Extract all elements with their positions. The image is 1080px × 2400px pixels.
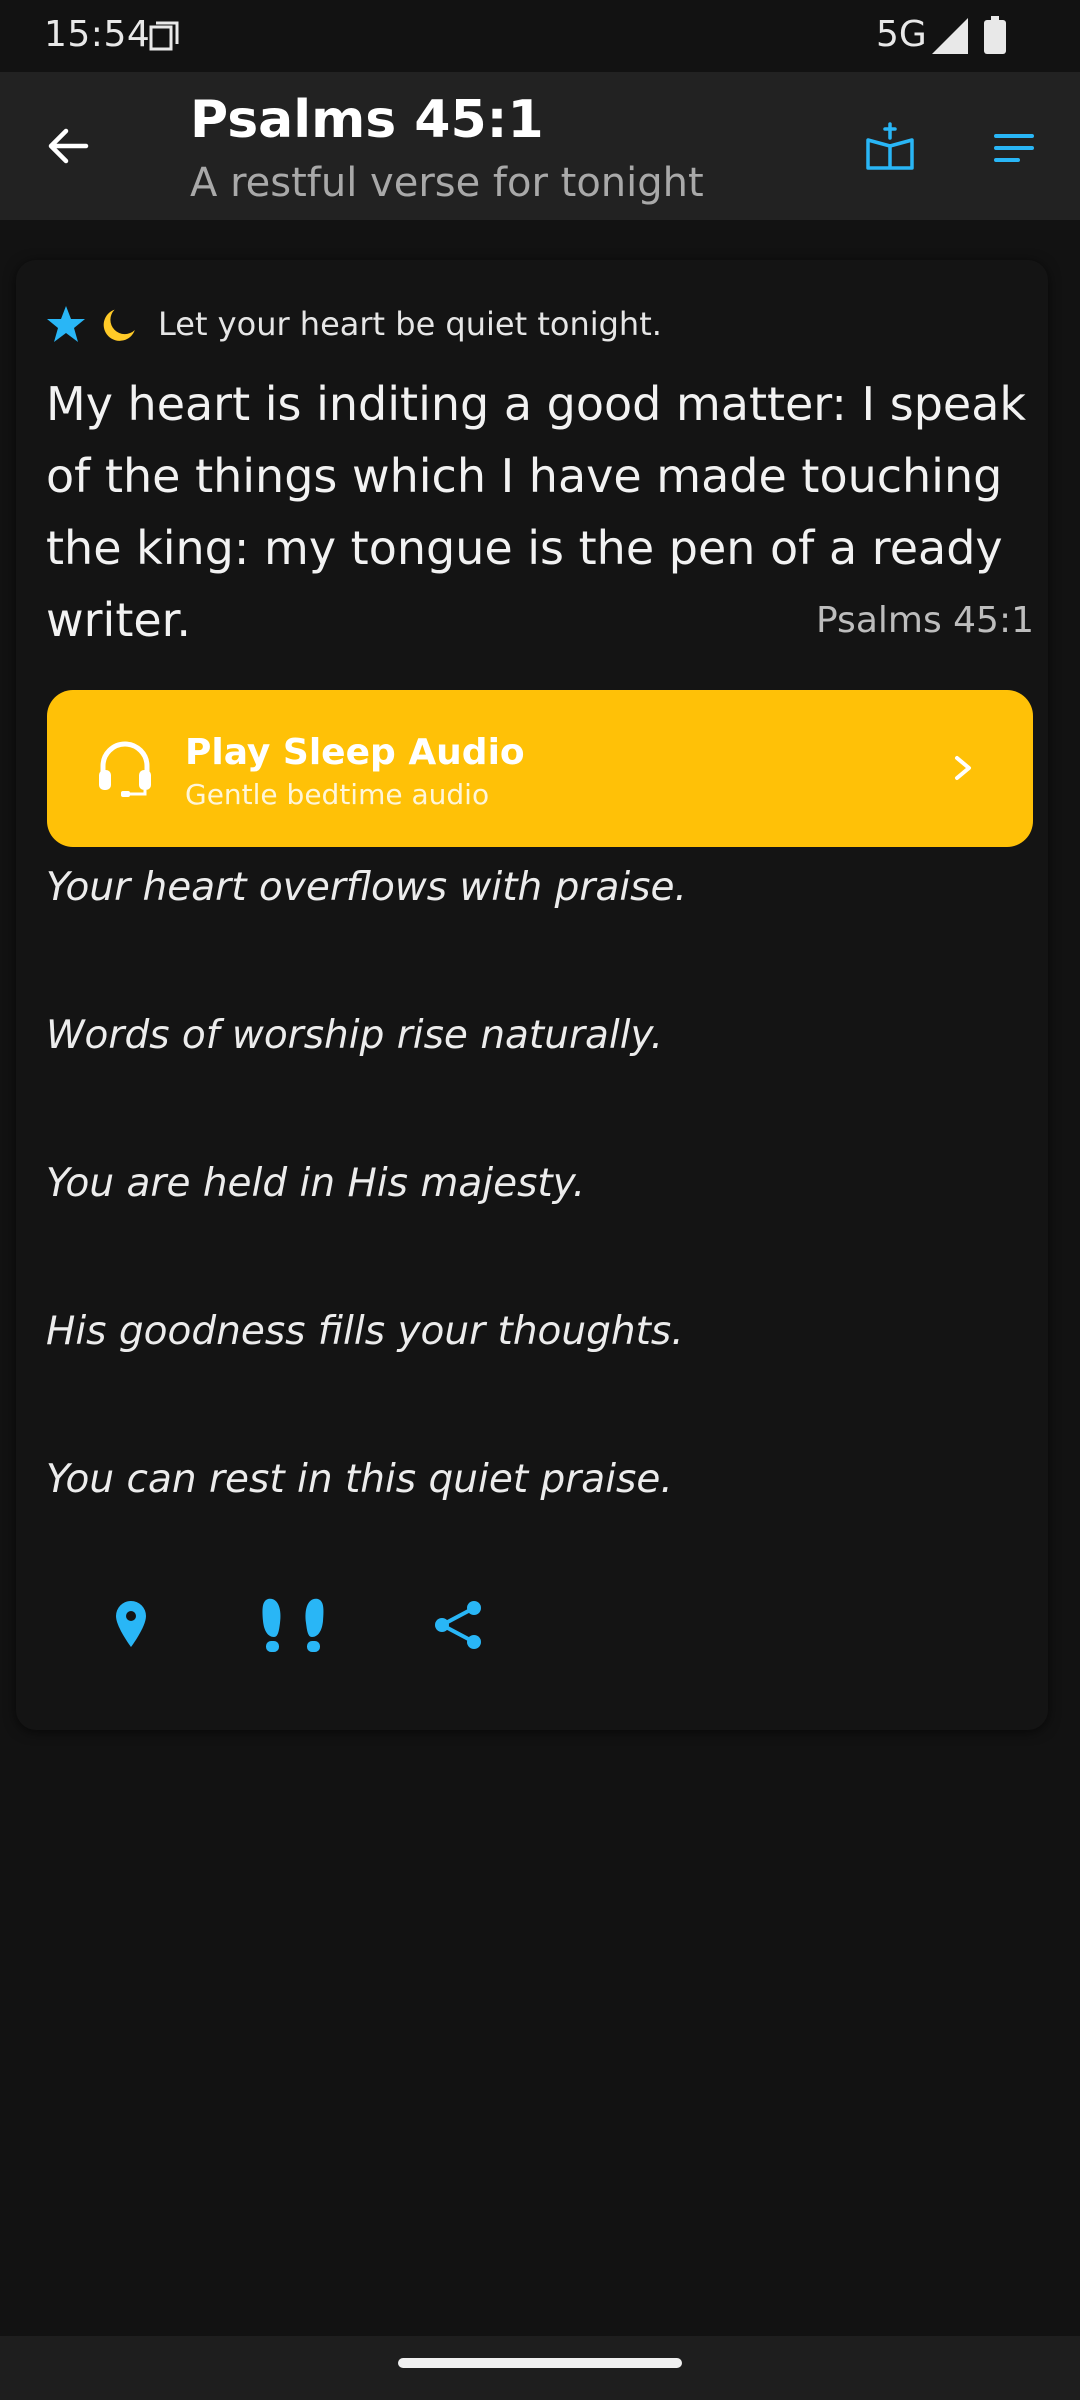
- headphones-icon: [99, 741, 151, 797]
- audio-title: Play Sleep Audio: [185, 732, 525, 773]
- star-icon: [47, 306, 85, 342]
- affirmation-item: Your heart overflows with praise.: [46, 865, 687, 910]
- verse-reference: Psalms 45:1: [815, 600, 1034, 641]
- bible-icon: [866, 122, 914, 170]
- affirmation-item: Words of worship rise naturally.: [46, 1013, 663, 1058]
- share-button[interactable]: [424, 1590, 494, 1660]
- location-button[interactable]: [96, 1590, 166, 1660]
- share-icon: [435, 1601, 481, 1649]
- affirmation-item: His goodness fills your thoughts.: [46, 1309, 684, 1354]
- home-indicator[interactable]: [398, 2358, 682, 2368]
- menu-icon: [994, 134, 1034, 162]
- status-time: 15:54: [44, 14, 151, 55]
- bible-button[interactable]: [858, 116, 922, 180]
- footprints-icon: [262, 1598, 324, 1652]
- signal-icon: [932, 18, 968, 54]
- menu-button[interactable]: [982, 116, 1046, 180]
- page-title: Psalms 45:1: [190, 90, 544, 150]
- audio-subtitle: Gentle bedtime audio: [185, 778, 490, 811]
- affirmation-item: You are held in His majesty.: [46, 1161, 586, 1206]
- app-bar: Psalms 45:1 A restful verse for tonight: [0, 72, 1080, 220]
- moon-icon: [103, 309, 135, 341]
- back-button[interactable]: [36, 114, 100, 178]
- affirmation-list: Your heart overflows with praise. Words …: [46, 858, 1036, 1598]
- page-subtitle: A restful verse for tonight: [190, 160, 704, 206]
- location-pin-icon: [116, 1601, 146, 1647]
- tagline-text: Let your heart be quiet tonight.: [158, 305, 662, 343]
- sim-card-icon: [149, 21, 179, 51]
- play-sleep-audio-button[interactable]: Play Sleep Audio Gentle bedtime audio: [47, 690, 1033, 847]
- back-arrow-icon: [48, 128, 89, 164]
- network-type: 5G: [876, 14, 927, 55]
- footsteps-button[interactable]: [258, 1590, 328, 1660]
- navigation-bar: [0, 2336, 1080, 2400]
- tagline: Let your heart be quiet tonight.: [46, 304, 662, 344]
- status-bar: 15:54 5G: [0, 0, 1080, 72]
- chevron-right-icon: [955, 756, 971, 780]
- affirmation-item: You can rest in this quiet praise.: [46, 1457, 673, 1502]
- battery-icon: [984, 16, 1006, 54]
